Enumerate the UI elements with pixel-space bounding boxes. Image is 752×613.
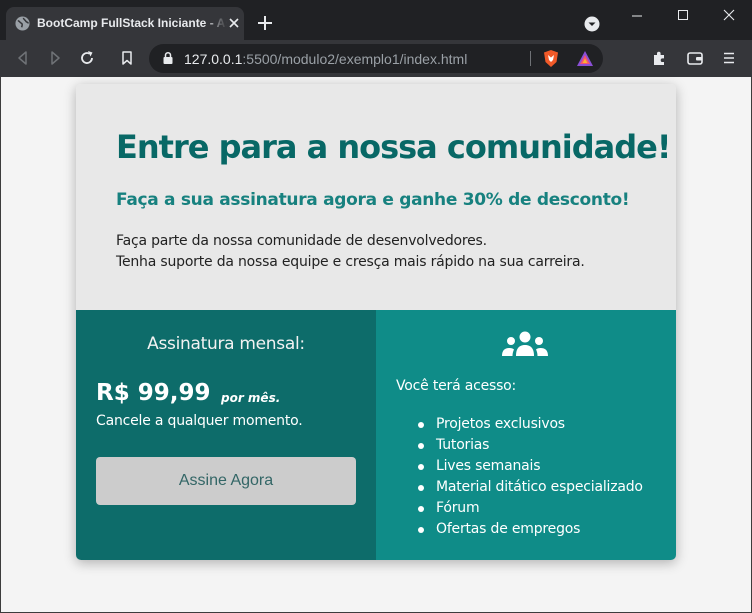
site-info-icon[interactable] [161,51,175,65]
minimize-icon[interactable] [614,0,660,32]
plan-title: Assinatura mensal: [147,334,305,354]
hero-section: Entre para a nossa comunidade! Faça a su… [76,84,676,310]
benefits-list: Projetos exclusivos Tutorias Lives seman… [416,414,643,540]
subscription-card: Entre para a nossa comunidade! Faça a su… [76,84,676,560]
benefits-panel: Você terá acesso: Projetos exclusivos Tu… [376,310,676,560]
address-bar[interactable]: 127.0.0.1:5500/modulo2/exemplo1/index.ht… [149,44,603,73]
subscribe-button[interactable]: Assine Agora [96,457,356,505]
access-label: Você terá acesso: [396,378,517,394]
new-tab-icon[interactable] [257,15,273,31]
plan-panel: Assinatura mensal: R$ 99,99 por mês. Can… [76,310,376,560]
window-close-icon[interactable] [706,0,752,32]
url-text[interactable]: 127.0.0.1:5500/modulo2/exemplo1/index.ht… [184,51,467,67]
description-line: Tenha suporte da nossa equipe e cresça m… [116,254,585,270]
back-icon[interactable] [14,49,32,67]
url-host: 127.0.0.1 [184,51,243,67]
wallet-icon[interactable] [686,49,704,67]
tab-search-icon[interactable] [584,16,600,32]
users-icon [502,331,548,356]
tab-bar: BootCamp FullStack Iniciante - Assinatur… [0,0,752,40]
reload-icon[interactable] [78,49,96,67]
forward-icon[interactable] [46,49,64,67]
extensions-icon[interactable] [651,49,669,67]
list-item: Ofertas de empregos [416,519,643,540]
bookmark-icon[interactable] [118,49,136,67]
globe-icon [15,16,30,31]
brave-rewards-icon[interactable] [576,50,594,67]
cancel-note: Cancele a qualquer momento. [96,413,303,429]
list-item: Fórum [416,498,643,519]
list-item: Projetos exclusivos [416,414,643,435]
browser-toolbar: 127.0.0.1:5500/modulo2/exemplo1/index.ht… [0,40,752,77]
maximize-icon[interactable] [660,0,706,32]
page-title: Entre para a nossa comunidade! [116,128,671,166]
brave-shields-icon[interactable] [542,49,560,68]
list-item: Lives semanais [416,456,643,477]
plan-period: por mês. [221,391,281,405]
active-tab[interactable]: BootCamp FullStack Iniciante - Assinatur… [6,7,244,40]
list-item: Material ditático especializado [416,477,643,498]
plan-price: R$ 99,99 [96,380,211,406]
hero-description: Faça parte da nossa comunidade de desenv… [116,231,585,273]
discount-subtitle: Faça a sua assinatura agora e ganhe 30% … [116,190,630,210]
address-bar-divider [530,51,531,66]
list-item: Tutorias [416,435,643,456]
url-path: :5500/modulo2/exemplo1/index.html [242,51,468,67]
close-icon[interactable] [227,16,241,30]
menu-icon[interactable] [720,49,738,67]
description-line: Faça parte da nossa comunidade de desenv… [116,233,487,249]
tab-title: BootCamp FullStack Iniciante - Assinatur… [37,16,227,30]
